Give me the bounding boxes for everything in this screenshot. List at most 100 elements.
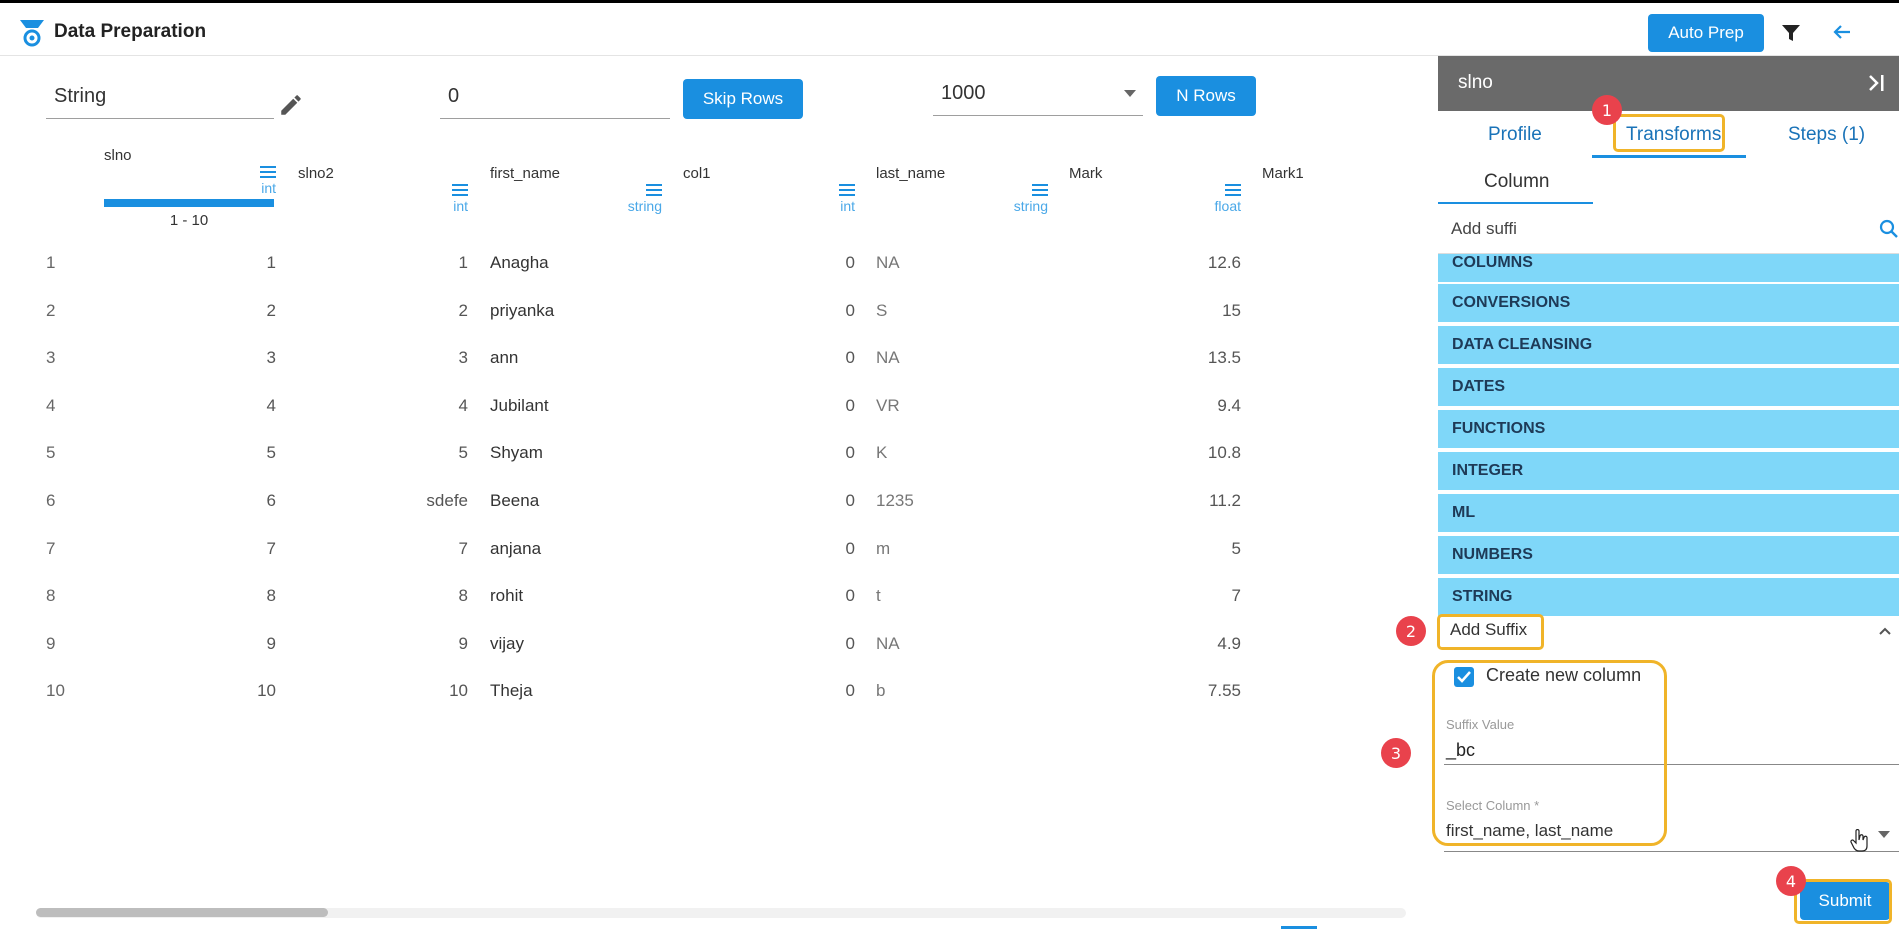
- cell-first-name: Jubilant: [490, 395, 549, 415]
- submit-button[interactable]: Submit: [1800, 882, 1890, 920]
- column-header-mark1[interactable]: Mark1 f: [1262, 140, 1408, 240]
- column-header-mark[interactable]: Mark float: [1069, 140, 1241, 240]
- create-new-column-checkbox[interactable]: [1454, 667, 1474, 687]
- column-menu-icon[interactable]: [260, 166, 276, 178]
- table-row[interactable]: 7 7 7 anjana 0 m 5: [30, 527, 1408, 574]
- table-row[interactable]: 1 1 1 Anagha 0 NA 12.6 1: [30, 241, 1408, 288]
- column-menu-icon[interactable]: [1225, 184, 1241, 196]
- skip-rows-button[interactable]: Skip Rows: [683, 79, 803, 119]
- cell-last-name: VR: [876, 395, 900, 415]
- cell-slno: 1: [104, 729, 276, 730]
- n-rows-select[interactable]: 1000: [933, 76, 1143, 116]
- column-menu-icon[interactable]: [1032, 184, 1048, 196]
- selected-column-bar: [104, 199, 274, 207]
- category-numbers[interactable]: NUMBERS: [1438, 536, 1899, 576]
- column-header-slno[interactable]: slno int 1 - 10: [104, 140, 276, 240]
- category-conversions[interactable]: CONVERSIONS: [1438, 284, 1899, 324]
- edit-pencil-icon[interactable]: [278, 92, 304, 118]
- cell-col1: 0: [845, 300, 855, 320]
- filter-icon[interactable]: [1780, 22, 1802, 44]
- cell-mark: 4.9: [1217, 633, 1241, 653]
- table-row[interactable]: 3 3 3 ann 0 NA 13.5 1: [30, 336, 1408, 383]
- data-prep-logo-icon: [20, 20, 44, 47]
- category-string[interactable]: STRING: [1438, 578, 1899, 616]
- collapse-panel-icon[interactable]: [1864, 71, 1888, 95]
- category-integer[interactable]: INTEGER: [1438, 452, 1899, 492]
- cell-mark1: 1: [1262, 348, 1408, 368]
- cell-mark1: 1: [1262, 729, 1408, 730]
- cell-mark1: 1: [1262, 491, 1408, 511]
- cell-slno: 6: [266, 491, 276, 510]
- column-menu-icon[interactable]: [839, 184, 855, 196]
- chevron-up-icon[interactable]: [1878, 624, 1892, 638]
- cell-idx: 11: [46, 729, 86, 730]
- cell-idx: 5: [46, 443, 56, 463]
- transform-search-input[interactable]: Add suffi: [1451, 219, 1517, 239]
- cell-col1: 0: [683, 729, 855, 730]
- select-column-caret-icon[interactable]: [1878, 831, 1890, 838]
- category-list: COLUMNS CONVERSIONS DATA CLEANSING DATES…: [1438, 254, 1899, 616]
- transform-add-suffix[interactable]: Add Suffix: [1450, 620, 1527, 640]
- cell-col1: 0: [845, 633, 855, 653]
- hand-cursor-icon: [1850, 829, 1868, 852]
- cell-last-name: NA: [876, 253, 900, 272]
- tab-profile[interactable]: Profile: [1488, 124, 1542, 146]
- cell-last-name: S: [876, 300, 888, 320]
- cell-first-name: Beena: [490, 491, 540, 510]
- search-icon[interactable]: [1878, 218, 1899, 240]
- skip-rows-input[interactable]: 0: [440, 79, 670, 119]
- scroll-indicator: [1281, 926, 1317, 929]
- column-name: Mark: [1069, 165, 1103, 182]
- data-table: slno int 1 - 10 slno2 int first_name str…: [30, 140, 1408, 730]
- suffix-value-input[interactable]: _bc: [1446, 740, 1475, 761]
- select-column-dropdown[interactable]: first_name, last_name: [1446, 821, 1613, 841]
- category-ml[interactable]: ML: [1438, 494, 1899, 534]
- column-name: Mark1: [1262, 165, 1304, 182]
- cell-mark: 12.6: [1069, 729, 1241, 730]
- table-row[interactable]: 8 8 8 rohit 0 t 7: [30, 574, 1408, 621]
- type-input[interactable]: String: [46, 79, 274, 119]
- tab-transforms[interactable]: Transforms: [1626, 124, 1721, 146]
- n-rows-button[interactable]: N Rows: [1156, 76, 1256, 116]
- table-row[interactable]: 6 6 sdefe Beena 0 1235 11.2 1: [30, 479, 1408, 526]
- category-columns[interactable]: COLUMNS: [1438, 254, 1899, 284]
- table-row[interactable]: 1111Anagha0NA12.61: [30, 717, 1408, 730]
- column-header-slno2[interactable]: slno2 int: [298, 140, 468, 240]
- cell-first-name: ann: [490, 348, 519, 368]
- horizontal-scroll-thumb[interactable]: [36, 908, 328, 917]
- category-data-cleansing[interactable]: DATA CLEANSING: [1438, 326, 1899, 366]
- column-menu-icon[interactable]: [646, 184, 662, 196]
- column-type: int: [261, 180, 276, 196]
- auto-prep-button[interactable]: Auto Prep: [1648, 14, 1764, 52]
- cell-slno2: 9: [458, 633, 468, 653]
- cell-mark: 11.2: [1209, 491, 1241, 510]
- back-arrow-icon[interactable]: [1830, 20, 1854, 44]
- table-row[interactable]: 4 4 4 Jubilant 0 VR 9.4: [30, 384, 1408, 431]
- cell-last-name: m: [876, 538, 891, 558]
- table-row[interactable]: 5 5 5 Shyam 0 K 10.8 1: [30, 431, 1408, 478]
- cell-idx: 1: [46, 253, 56, 272]
- category-dates[interactable]: DATES: [1438, 368, 1899, 408]
- column-header-first-name[interactable]: first_name string: [490, 140, 662, 240]
- n-rows-caret-icon[interactable]: [1124, 90, 1136, 97]
- table-row[interactable]: 10 10 10 Theja 0 b 7.55 7: [30, 669, 1408, 716]
- cell-col1: 0: [845, 348, 855, 368]
- transform-panel: slno Profile Transforms Steps (1) Column…: [1438, 56, 1899, 930]
- column-menu-icon[interactable]: [452, 184, 468, 196]
- cell-last-name: b: [876, 681, 886, 701]
- column-header-col1[interactable]: col1 int: [683, 140, 855, 240]
- column-type: int: [840, 198, 855, 214]
- cell-idx: 8: [46, 586, 56, 606]
- cell-idx: 3: [46, 348, 56, 368]
- cell-col1: 0: [845, 538, 855, 558]
- column-header-last-name[interactable]: last_name string: [876, 140, 1048, 240]
- cell-slno: 7: [266, 538, 276, 558]
- cell-first-name: vijay: [490, 633, 525, 653]
- subtab-column[interactable]: Column: [1484, 171, 1549, 193]
- table-row[interactable]: 2 2 2 priyanka 0 S 15: [30, 289, 1408, 336]
- table-row[interactable]: 9 9 9 vijay 0 NA 4.9: [30, 622, 1408, 669]
- cell-idx: 10: [46, 681, 65, 701]
- tab-steps[interactable]: Steps (1): [1788, 124, 1865, 146]
- cell-col1: 0: [845, 253, 855, 272]
- category-functions[interactable]: FUNCTIONS: [1438, 410, 1899, 450]
